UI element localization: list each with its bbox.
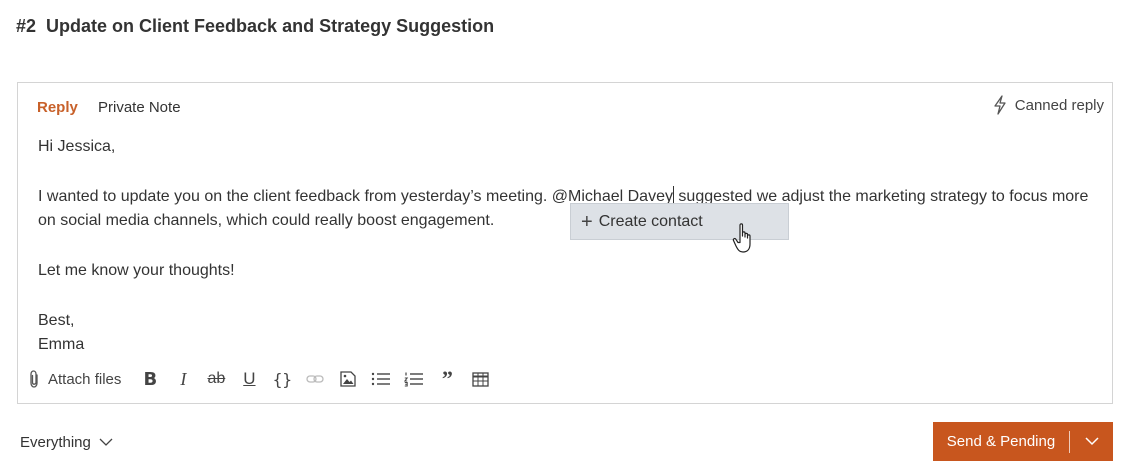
italic-button[interactable]: I (172, 367, 194, 391)
strikethrough-button[interactable]: ab (205, 367, 227, 391)
send-and-pending-button[interactable]: Send & Pending (933, 422, 1069, 461)
hand-cursor-icon (732, 223, 751, 253)
link-button[interactable] (304, 367, 326, 391)
ticket-number: #2 (16, 16, 37, 36)
canned-reply-label: Canned reply (1014, 96, 1104, 114)
numbered-list-button[interactable] (403, 367, 425, 391)
plus-icon: + (581, 210, 593, 233)
insert-table-button[interactable] (469, 367, 491, 391)
tab-reply[interactable]: Reply (37, 99, 78, 116)
message-body[interactable]: Hi Jessica, I wanted to update you on th… (38, 135, 1098, 357)
bullet-list-button[interactable] (370, 367, 392, 391)
underline-button[interactable]: U (238, 367, 260, 391)
chevron-down-icon (1084, 437, 1099, 446)
link-icon (306, 375, 325, 383)
table-icon (472, 371, 489, 387)
tab-private-note[interactable]: Private Note (98, 99, 181, 116)
formatting-toolbar: Attach files B I ab U {} ” (28, 366, 502, 391)
blockquote-button[interactable]: ” (436, 366, 458, 391)
send-button-group: Send & Pending (933, 422, 1113, 461)
insert-image-button[interactable] (337, 367, 359, 391)
send-options-dropdown[interactable] (1070, 422, 1113, 461)
greeting-line: Hi Jessica, (38, 138, 116, 155)
chevron-down-icon (99, 438, 113, 446)
ticket-title: #2 Update on Client Feedback and Strategy… (16, 16, 494, 37)
lightning-icon (994, 95, 1006, 115)
attach-files-button[interactable]: Attach files (28, 367, 121, 391)
paragraph-1: I wanted to update you on the client fee… (38, 185, 1098, 233)
canned-reply-button[interactable]: Canned reply (993, 95, 1104, 115)
bullet-list-icon (372, 372, 391, 386)
create-contact-label: Create contact (598, 212, 703, 230)
paperclip-icon (30, 370, 38, 388)
image-icon (340, 371, 357, 387)
signoff-line: Best, (38, 312, 75, 329)
paragraph-1-start: I wanted to update you on the client fee… (38, 188, 552, 205)
ticket-subject: Update on Client Feedback and Strategy S… (46, 16, 495, 36)
activity-filter-dropdown[interactable]: Everything (20, 434, 113, 451)
create-contact-option[interactable]: + Create contact (570, 203, 789, 240)
paragraph-2: Let me know your thoughts! (38, 262, 235, 279)
filter-label: Everything (20, 434, 91, 451)
bold-button[interactable]: B (139, 367, 161, 391)
code-button[interactable]: {} (271, 367, 293, 391)
attach-files-label: Attach files (48, 370, 122, 388)
reply-editor[interactable]: Reply Private Note Canned reply Hi Jessi… (17, 82, 1113, 404)
numbered-list-icon (404, 372, 424, 387)
signature-line: Emma (38, 336, 85, 353)
